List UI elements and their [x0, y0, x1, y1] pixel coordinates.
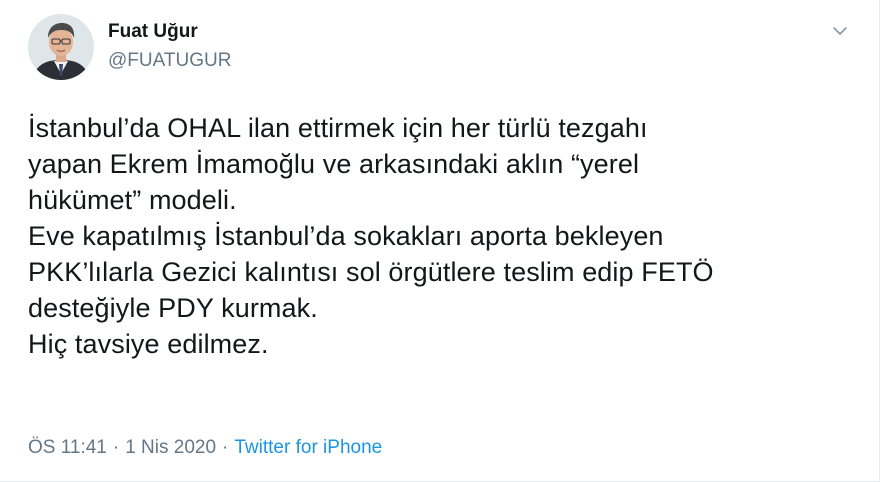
- tweet-text: İstanbul’da OHAL ilan ettirmek için her …: [28, 110, 858, 362]
- tweet-text-line: yapan Ekrem İmamoğlu ve arkasındaki aklı…: [28, 149, 640, 179]
- tweet-meta: ÖS 11:41 · 1 Nis 2020 · Twitter for iPhone: [28, 436, 382, 460]
- tweet-text-line: Eve kapatılmış İstanbul’da sokakları apo…: [28, 221, 664, 251]
- tweet-text-line: desteğiyle PDY kurmak.: [28, 293, 318, 323]
- user-handle[interactable]: @FUATUGUR: [108, 48, 231, 74]
- tweet-card: Fuat Uğur @FUATUGUR İstanbul’da OHAL ila…: [0, 0, 880, 482]
- meta-separator: ·: [112, 437, 120, 458]
- display-name[interactable]: Fuat Uğur: [108, 20, 231, 44]
- tweet-text-line: İstanbul’da OHAL ilan ettirmek için her …: [28, 113, 648, 143]
- user-names: Fuat Uğur @FUATUGUR: [108, 20, 231, 74]
- meta-separator: ·: [222, 437, 229, 458]
- tweet-text-line: PKK’lılarla Gezici kalıntısı sol örgütle…: [28, 257, 714, 287]
- tweet-time[interactable]: ÖS 11:41: [28, 437, 107, 458]
- tweet-text-line: Hiç tavsiye edilmez.: [28, 329, 269, 359]
- tweet-date[interactable]: 1 Nis 2020: [125, 437, 216, 458]
- tweet-text-line: hükümet” modeli.: [28, 185, 237, 215]
- avatar[interactable]: [28, 14, 94, 80]
- tweet-source-link[interactable]: Twitter for iPhone: [234, 437, 382, 458]
- avatar-photo: [28, 14, 94, 80]
- chevron-down-icon[interactable]: [829, 20, 851, 42]
- tweet-header: Fuat Uğur @FUATUGUR: [28, 12, 231, 82]
